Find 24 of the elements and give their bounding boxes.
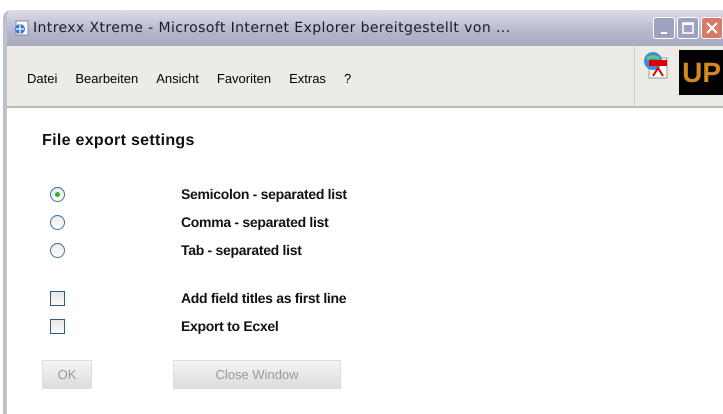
menu-item[interactable]: Bearbeiten (75, 70, 138, 86)
close-button[interactable] (701, 17, 723, 39)
radio-button[interactable] (50, 186, 65, 202)
menu-item[interactable]: Datei (27, 70, 58, 86)
menu-item[interactable]: Extras (289, 70, 326, 86)
radio-button[interactable] (50, 214, 65, 230)
radio-label: Semicolon - separated list (181, 186, 347, 202)
close-icon (706, 22, 718, 34)
checkbox-label: Export to Ecxel (181, 318, 278, 334)
checkbox[interactable] (50, 318, 65, 334)
logo: UP (679, 50, 723, 95)
checkbox[interactable] (50, 290, 65, 306)
heading: File export settings (42, 132, 196, 150)
checkbox-label: Add field titles as first line (181, 290, 346, 306)
minimize-icon (661, 32, 667, 34)
radio-button[interactable] (50, 242, 65, 258)
radio-label: Comma - separated list (181, 214, 328, 230)
menu-item[interactable]: ? (344, 70, 352, 86)
radio-label: Tab - separated list (181, 242, 302, 258)
menu-item[interactable]: Ansicht (156, 70, 199, 86)
window-title: Intrexx Xtreme - Microsoft Internet Explorer bereitgestellt von ... (33, 20, 512, 36)
maximize-icon (682, 22, 694, 34)
globe-page-icon (13, 20, 29, 36)
menu-item[interactable]: Favoriten (216, 70, 272, 86)
